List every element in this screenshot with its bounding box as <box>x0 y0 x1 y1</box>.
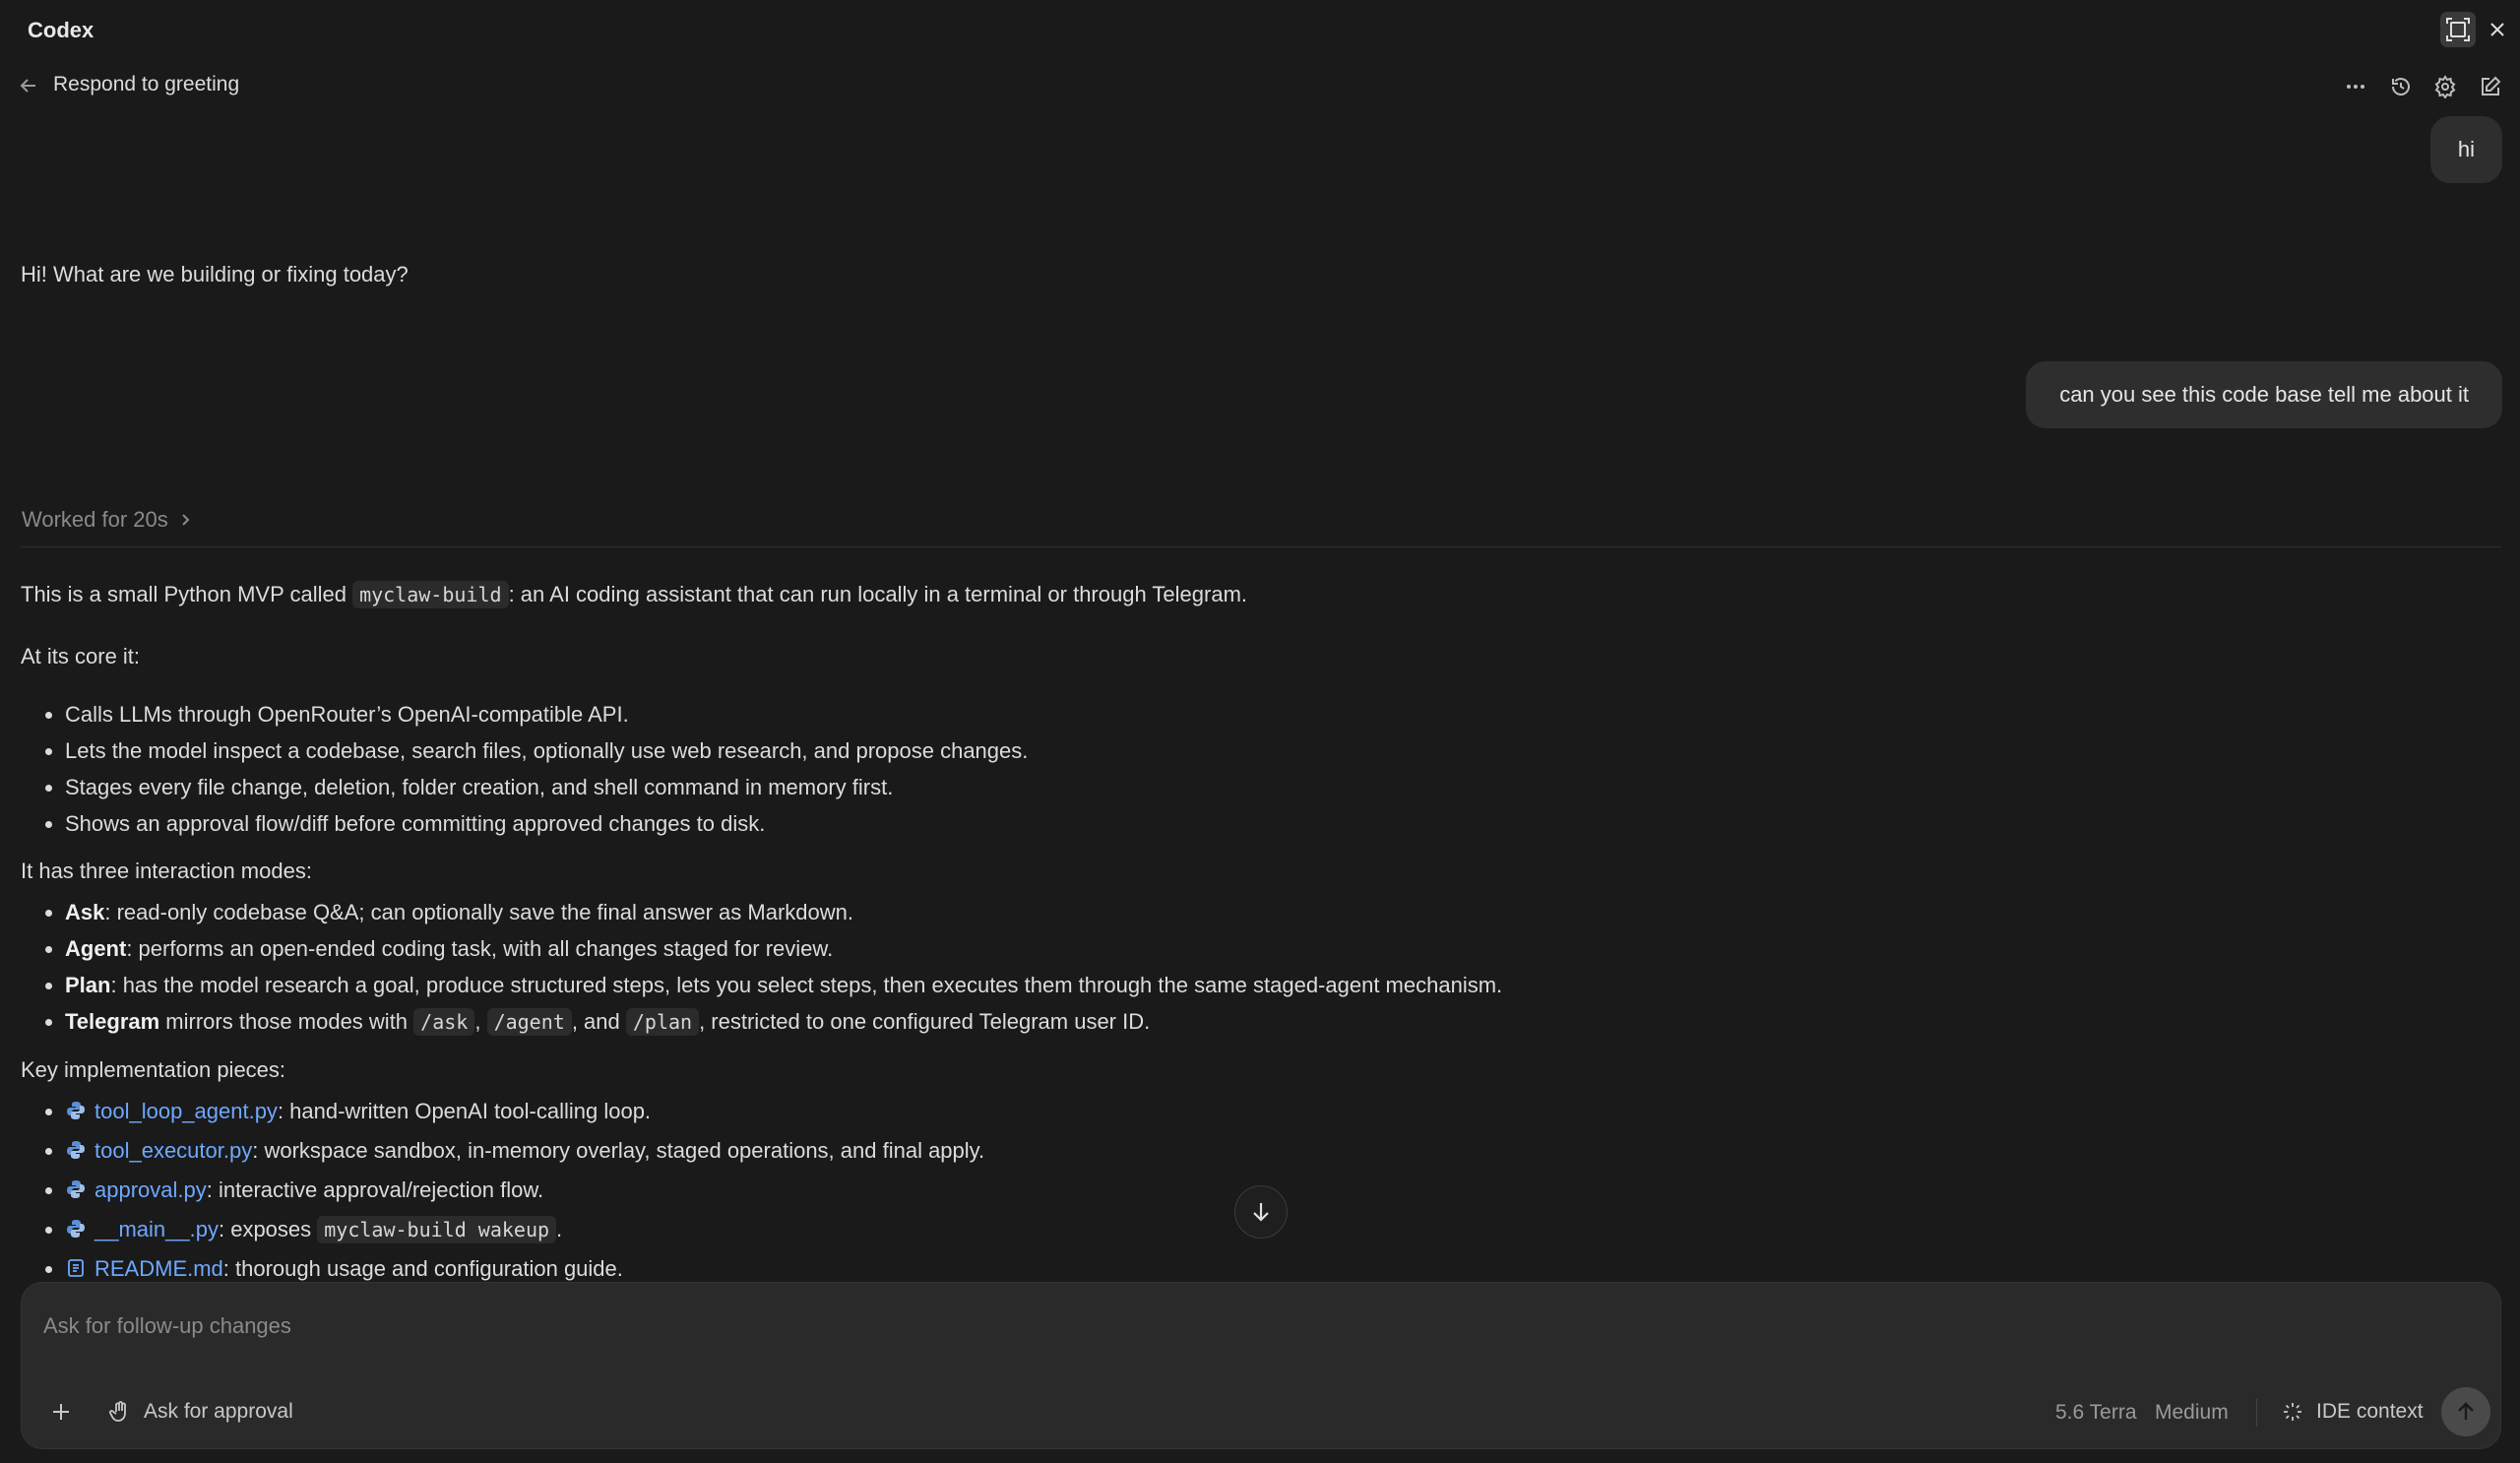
list-item: Calls LLMs through OpenRouter’s OpenAI-c… <box>65 696 2482 732</box>
conversation-title: Respond to greeting <box>53 73 240 95</box>
assistant-message: Hi! What are we building or fixing today… <box>21 262 409 286</box>
add-attachment-button[interactable] <box>45 1396 77 1428</box>
file-link[interactable]: approval.py <box>94 1177 207 1202</box>
file-link[interactable]: tool_executor.py <box>94 1138 252 1163</box>
pieces-heading: Key implementation pieces: <box>21 1057 286 1082</box>
sparkle-icon <box>2284 1403 2301 1421</box>
file-link[interactable]: tool_loop_agent.py <box>94 1099 278 1123</box>
model-selector[interactable]: 5.6 Terra <box>2055 1401 2137 1425</box>
python-file-icon <box>65 1096 87 1132</box>
title-bar: Codex <box>0 0 2520 59</box>
follow-up-input[interactable] <box>41 1308 2404 1344</box>
back-arrow-icon[interactable] <box>18 75 39 96</box>
hand-icon <box>109 1401 126 1422</box>
inline-code: myclaw-build <box>352 581 509 608</box>
worked-for-toggle[interactable]: Worked for 20s <box>22 507 192 533</box>
modes-heading: It has three interaction modes: <box>21 859 312 883</box>
inline-code: /plan <box>625 1008 700 1036</box>
python-file-icon <box>65 1175 87 1211</box>
fullscreen-icon[interactable] <box>2440 12 2476 47</box>
approval-label: Ask for approval <box>144 1400 293 1423</box>
ide-context-label: IDE context <box>2316 1400 2424 1423</box>
arrow-down-icon <box>1253 1203 1269 1222</box>
list-item: tool_loop_agent.py: hand-written OpenAI … <box>65 1093 2482 1132</box>
scroll-to-bottom-button[interactable] <box>1234 1185 1288 1239</box>
chevron-right-icon <box>182 514 190 526</box>
user-message: can you see this code base tell me about… <box>2026 361 2502 428</box>
python-file-icon <box>65 1214 87 1250</box>
inline-code: /agent <box>486 1008 572 1036</box>
new-chat-icon[interactable] <box>2475 71 2506 102</box>
file-link[interactable]: __main__.py <box>94 1217 219 1241</box>
list-item: Shows an approval flow/diff before commi… <box>65 805 2482 842</box>
core-heading: At its core it: <box>21 644 141 668</box>
core-list: Calls LLMs through OpenRouter’s OpenAI-c… <box>21 696 2482 842</box>
file-link[interactable]: README.md <box>94 1256 223 1281</box>
list-item: Plan: has the model research a goal, pro… <box>65 967 2482 1003</box>
conversation-header: Respond to greeting <box>0 65 2520 108</box>
modes-list: Ask: read-only codebase Q&A; can optiona… <box>21 894 2482 1041</box>
history-icon[interactable] <box>2385 71 2417 102</box>
more-icon[interactable] <box>2340 71 2371 102</box>
approval-mode-button[interactable]: Ask for approval <box>108 1396 293 1428</box>
list-item: Telegram mirrors those modes with /ask, … <box>65 1003 2482 1041</box>
list-item: Stages every file change, deletion, fold… <box>65 769 2482 805</box>
user-message: hi <box>2429 116 2502 183</box>
list-item: Lets the model inspect a codebase, searc… <box>65 732 2482 769</box>
composer: Ask for approval 5.6 Terra Medium IDE co… <box>21 1282 2501 1449</box>
app-title: Codex <box>28 18 94 42</box>
list-item: Ask: read-only codebase Q&A; can optiona… <box>65 894 2482 930</box>
close-icon[interactable] <box>2480 12 2515 47</box>
assistant-response: This is a small Python MVP called myclaw… <box>21 576 2482 1290</box>
ide-context-button[interactable]: IDE context <box>2281 1396 2424 1428</box>
plus-icon <box>53 1404 69 1420</box>
divider <box>21 546 2501 547</box>
effort-selector[interactable]: Medium <box>2155 1401 2229 1425</box>
list-item: tool_executor.py: workspace sandbox, in-… <box>65 1132 2482 1172</box>
divider <box>2256 1399 2257 1427</box>
arrow-up-icon <box>2458 1402 2474 1420</box>
inline-code: myclaw-build wakeup <box>317 1216 557 1243</box>
list-item: Agent: performs an open-ended coding tas… <box>65 930 2482 967</box>
send-button[interactable] <box>2441 1387 2490 1436</box>
python-file-icon <box>65 1135 87 1172</box>
inline-code: /ask <box>413 1008 475 1036</box>
intro-paragraph: This is a small Python MVP called myclaw… <box>21 581 1248 608</box>
worked-label: Worked for 20s <box>22 507 168 532</box>
settings-icon[interactable] <box>2429 71 2461 102</box>
